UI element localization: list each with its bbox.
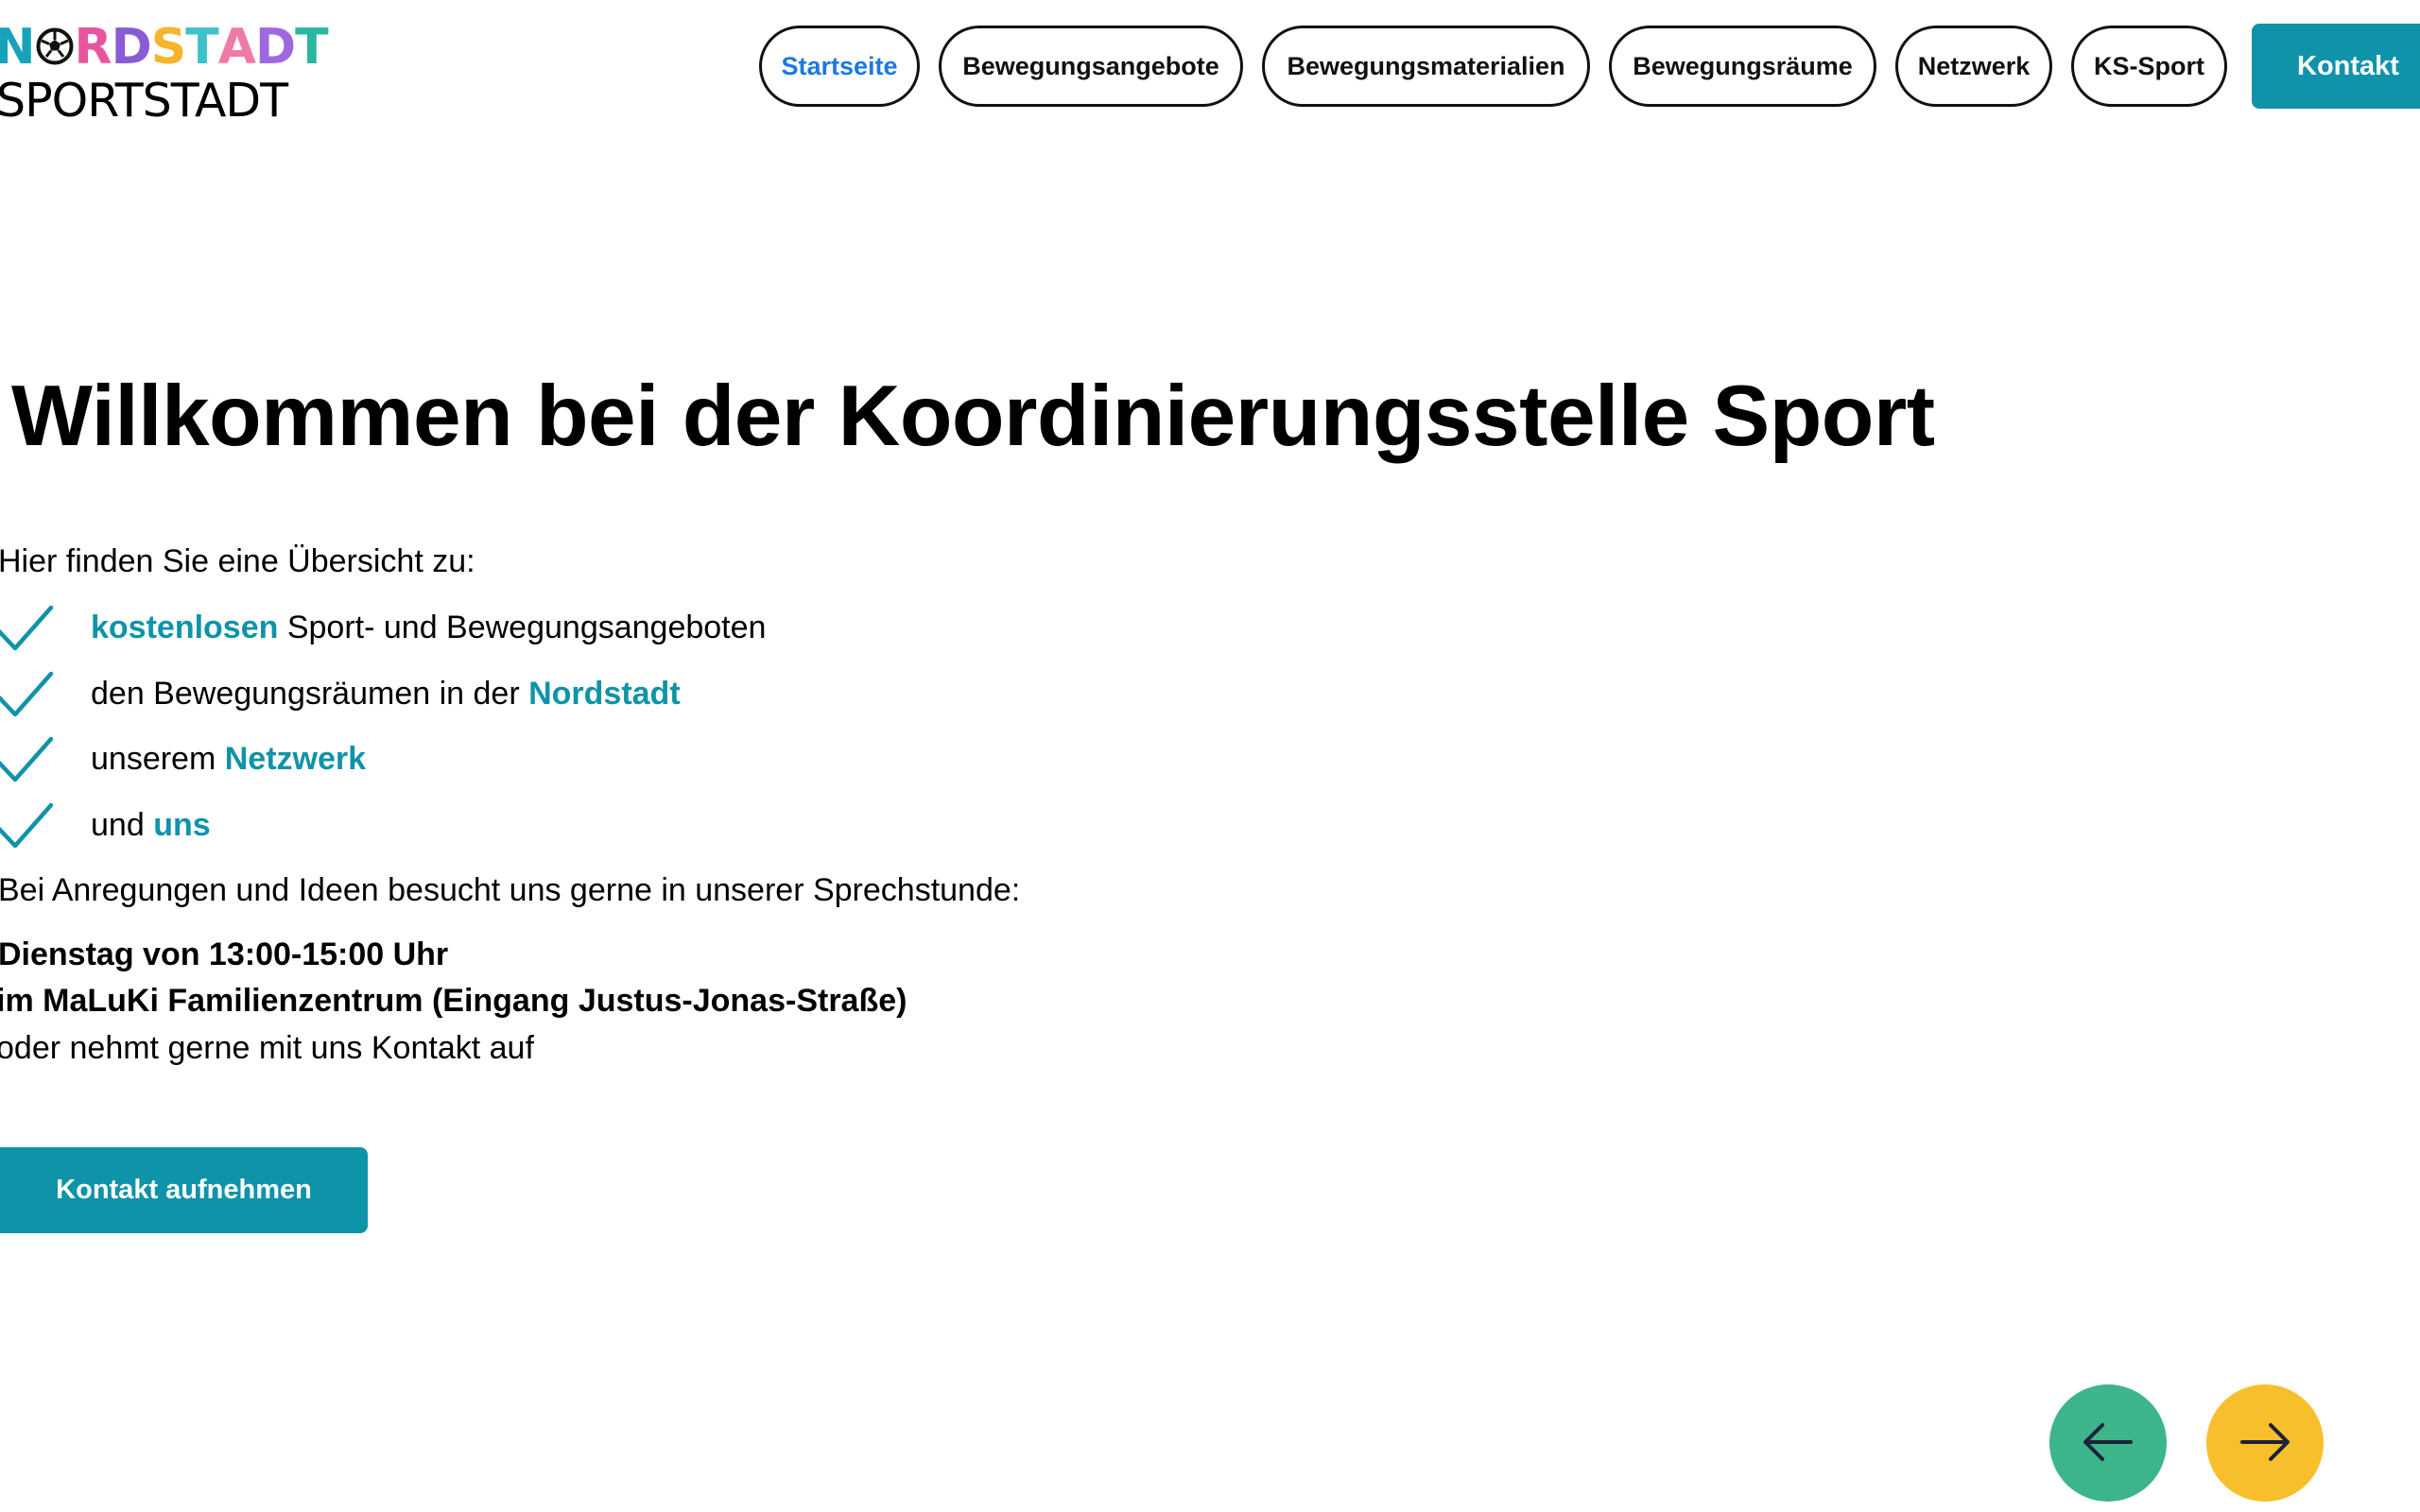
logo-letter: R (74, 19, 112, 76)
office-hours-place: im MaLuKi Familienzentrum (Eingang Justu… (0, 983, 908, 1019)
logo-letter: N (0, 19, 36, 76)
checkmark-icon (0, 734, 55, 785)
link-uns[interactable]: uns (153, 807, 210, 843)
link-nordstadt[interactable]: Nordstadt (528, 676, 681, 712)
feature-checklist: kostenlosen Sport- und Bewegungsangebote… (0, 601, 766, 864)
logo-letter: S (150, 19, 186, 76)
list-item: kostenlosen Sport- und Bewegungsangebote… (0, 601, 766, 667)
intro-text: Hier finden Sie eine Übersicht zu: (0, 543, 475, 579)
office-hours-time: Dienstag von 13:00-15:00 Uhr (0, 936, 449, 972)
nav-netzwerk[interactable]: Netzwerk (1895, 26, 2052, 107)
main-navigation: Startseite Bewegungsangebote Bewegungsma… (759, 26, 2227, 107)
item-text: unserem (91, 741, 225, 777)
checkmark-icon (0, 800, 55, 851)
list-item: den Bewegungsräumen in der Nordstadt (0, 667, 766, 733)
soccer-ball-icon (36, 25, 74, 66)
link-kostenlosen[interactable]: kostenlosen (91, 610, 278, 645)
logo-wordmark-bottom: SPORTSTADT (0, 74, 288, 128)
carousel-prev-button[interactable] (2049, 1384, 2167, 1502)
nav-bewegungsmaterialien[interactable]: Bewegungsmaterialien (1262, 26, 1590, 107)
list-item: unserem Netzwerk (0, 732, 766, 799)
logo-letter: D (254, 19, 296, 76)
nav-startseite[interactable]: Startseite (759, 26, 920, 107)
nav-contact-button[interactable]: Kontakt (2252, 24, 2420, 109)
checkmark-icon (0, 603, 55, 654)
item-text: Sport- und Bewegungsangeboten (278, 610, 767, 645)
item-text: und (91, 806, 154, 843)
arrow-right-icon (2238, 1421, 2291, 1466)
office-hours-hint: Bei Anregungen und Ideen besucht uns ger… (0, 872, 1021, 908)
page-title: Willkommen bei der Koordinierungsstelle … (11, 369, 1935, 464)
list-item: und uns (0, 799, 766, 865)
item-text: den Bewegungsräumen in der (91, 675, 529, 712)
contact-hint: oder nehmt gerne mit uns Kontakt auf (0, 1030, 534, 1066)
arrow-left-icon (2082, 1421, 2135, 1466)
nav-ks-sport[interactable]: KS-Sport (2071, 26, 2227, 107)
logo-letter: T (295, 19, 328, 76)
carousel-next-button[interactable] (2206, 1384, 2324, 1502)
site-logo[interactable]: N RDSTADT SPORTSTADT (0, 21, 329, 128)
logo-letter: D (111, 19, 152, 76)
nav-bewegungsangebote[interactable]: Bewegungsangebote (939, 26, 1243, 107)
contact-cta-button[interactable]: Kontakt aufnehmen (0, 1147, 368, 1233)
logo-letter: A (217, 19, 256, 76)
link-netzwerk[interactable]: Netzwerk (225, 741, 366, 777)
nav-bewegungsraeume[interactable]: Bewegungsräume (1609, 26, 1876, 107)
page: N RDSTADT SPORTSTADT Startseite Bewegung… (0, 0, 2420, 1512)
logo-wordmark-top: N RDSTADT (0, 19, 329, 76)
logo-letter: T (185, 19, 218, 76)
checkmark-icon (0, 669, 55, 720)
